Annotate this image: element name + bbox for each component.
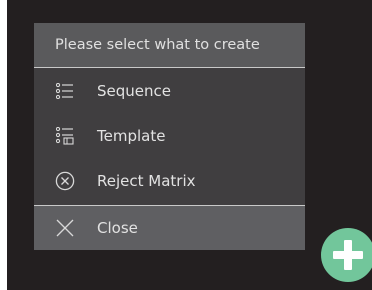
add-button[interactable] (321, 228, 372, 282)
app-background: Please select what to create Sequence Te… (7, 0, 372, 290)
menu-header: Please select what to create (34, 23, 305, 68)
circle-x-icon (53, 171, 77, 191)
menu-header-text: Please select what to create (55, 37, 260, 53)
menu-item-label: Template (97, 126, 166, 145)
menu-item-reject-matrix[interactable]: Reject Matrix (34, 158, 305, 203)
menu-item-sequence[interactable]: Sequence (34, 68, 305, 113)
menu-item-label: Sequence (97, 81, 171, 100)
close-label: Close (97, 219, 138, 237)
menu-item-template[interactable]: Template (34, 113, 305, 158)
list-icon (53, 82, 77, 99)
plus-icon (333, 240, 363, 270)
close-button[interactable]: Close (34, 205, 305, 250)
template-list-icon (53, 126, 77, 145)
create-menu: Please select what to create Sequence Te… (34, 23, 305, 250)
close-icon (53, 219, 77, 237)
menu-item-label: Reject Matrix (97, 171, 196, 190)
